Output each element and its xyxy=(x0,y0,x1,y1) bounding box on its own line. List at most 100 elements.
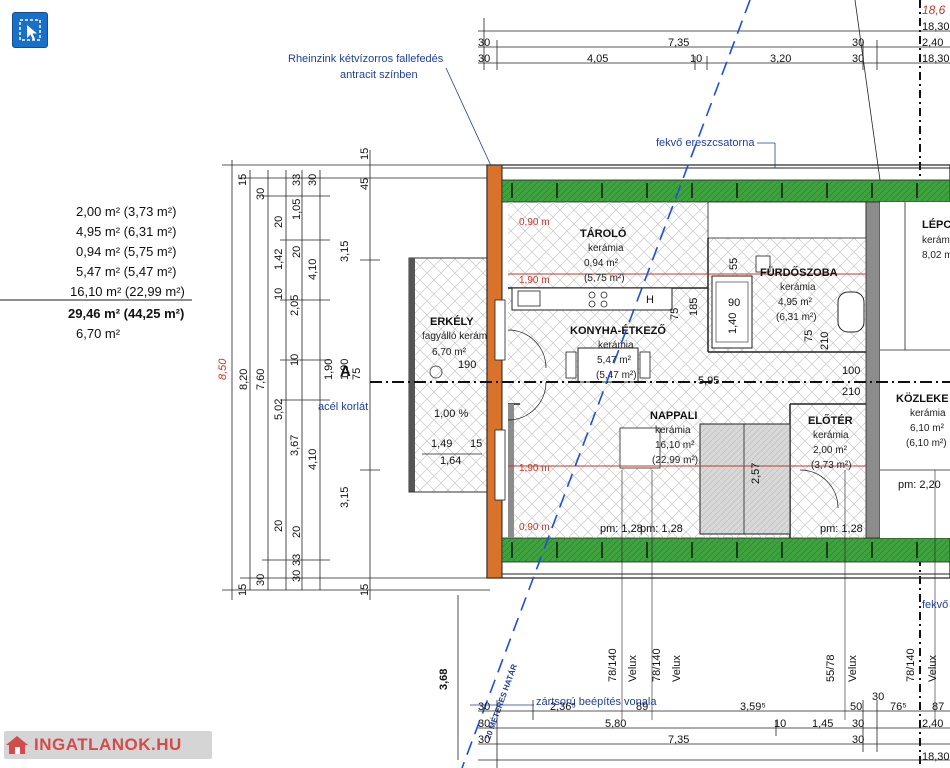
select-tool-button[interactable] xyxy=(12,12,48,48)
room-name-hall: ELŐTÉR xyxy=(808,414,853,427)
dim-b-2: 1,05 xyxy=(291,199,303,220)
leader-gutter xyxy=(445,67,493,169)
room-area-stair: 8,02 m xyxy=(922,250,950,261)
toilet-icon xyxy=(837,291,865,333)
note-gutter-2: antracit színben xyxy=(340,69,418,81)
room-gross-storage: (5,75 m²) xyxy=(584,273,625,284)
dim-a-2: 30 xyxy=(255,188,267,200)
dim-bottom-2c: 10 xyxy=(774,718,786,730)
height-mark-2: 1,90 m xyxy=(519,275,550,286)
area-total: 29,46 m² (44,25 m²) xyxy=(68,306,184,321)
area-row-1: 2,00 m² (3,73 m²) xyxy=(76,204,176,219)
room-floor-hall: kerámia xyxy=(813,430,849,441)
window-type-1: Velux xyxy=(627,655,639,682)
window-left-upper xyxy=(494,299,506,361)
balcony-railing xyxy=(409,258,415,492)
pm-label-2: pm: 1,28 xyxy=(640,523,683,535)
height-mark-3: 1,90 m xyxy=(519,463,550,474)
room-gross-corridor: (6,10 m²) xyxy=(906,438,947,449)
watermark-text: INGATLANOK.HU xyxy=(34,735,182,754)
dim-c-2: 3,15 xyxy=(339,241,351,262)
dim-bottom-1d: 3,59⁵ xyxy=(740,701,766,713)
dim-bottom-2e: 30 xyxy=(852,718,864,730)
dim-bottom-1e: 50 xyxy=(850,701,862,713)
room-area-bathroom: 4,95 m² xyxy=(778,297,813,308)
room-name-balcony: ERKÉLY xyxy=(430,315,474,328)
dim-top-3a: 30 xyxy=(478,53,490,65)
dim-a-3: 20 xyxy=(273,216,285,228)
dim-bottom-3a: 30 xyxy=(478,734,490,746)
room-name-living: NAPPALI xyxy=(650,410,697,422)
dim-int-75a: 75 xyxy=(669,308,681,320)
dim-top-3f: 18,30 xyxy=(922,53,950,65)
dim-b-6: 4,10 xyxy=(307,449,319,470)
dim-bottom-extra: 30 xyxy=(872,691,884,703)
area-row-2: 4,95 m² (6,31 m²) xyxy=(76,224,176,239)
party-wall xyxy=(865,201,881,539)
window-size-4: 78/140 xyxy=(905,648,917,682)
dim-bottom-2d: 1,45 xyxy=(812,718,833,730)
window-left-lower xyxy=(494,429,506,501)
dim-int-595: 5,95 xyxy=(698,375,719,387)
room-floor-balcony: fagyálló kerámia xyxy=(422,331,495,342)
dim-bottom-2a: 30 xyxy=(478,718,490,730)
dim-bottom-2f: 2,40 xyxy=(922,718,943,730)
dim-int-257: 2,57 xyxy=(750,463,762,484)
hood-label: H xyxy=(646,294,654,306)
room-floor-bathroom: kerámia xyxy=(780,282,816,293)
room-floor-corridor: kerámia xyxy=(910,408,946,419)
window-type-4: Velux xyxy=(927,655,939,682)
dim-a-11: 15 xyxy=(237,584,249,596)
dim-a-10: 30 xyxy=(255,574,267,586)
pm-label-3: pm: 1,28 xyxy=(820,523,863,535)
dim-a-8: 3,67 xyxy=(289,435,301,456)
dim-top-3d: 3,20 xyxy=(770,53,791,65)
dim-balcony-149: 1,49 xyxy=(431,438,452,450)
height-mark-1: 0,90 m xyxy=(519,217,550,228)
dim-b-4: 4,10 xyxy=(307,259,319,280)
dim-bottom-3b: 7,35 xyxy=(668,734,689,746)
area-row-3: 0,94 m² (5,75 m²) xyxy=(76,244,176,259)
room-floor-storage: kerámia xyxy=(588,243,624,254)
shower-tray xyxy=(711,275,753,349)
room-name-stair: LÉPCS xyxy=(922,218,950,231)
dim-top-2c: 30 xyxy=(852,37,864,49)
dim-top-1: 18,30 xyxy=(922,21,950,33)
window-type-3: Velux xyxy=(847,655,859,682)
dim-col-total-3: 5,02 xyxy=(273,399,285,420)
room-gross-kitchen: (5,47 m²) xyxy=(596,370,637,381)
watermark-logo: INGATLANOK.HU xyxy=(4,731,212,759)
top-dimension-lines xyxy=(478,18,950,70)
room-gross-hall: (3,73 m²) xyxy=(811,460,852,471)
room-area-corridor: 6,10 m² xyxy=(910,423,945,434)
dim-top-2a: 30 xyxy=(478,37,490,49)
dim-b-1: 33 xyxy=(291,174,303,186)
window-size-1: 78/140 xyxy=(607,648,619,682)
dim-int-75b: 75 xyxy=(803,330,815,342)
dim-int-185: 185 xyxy=(688,298,700,316)
dim-bottom-1g: 87 xyxy=(932,701,944,713)
dim-depth: 3,68 xyxy=(438,669,450,690)
section-marker: A xyxy=(340,363,351,380)
dim-bottom-3c: 30 xyxy=(852,734,864,746)
room-name-bathroom: FÜRDŐSZOBA xyxy=(760,266,838,279)
dim-b-7: 20 xyxy=(291,526,303,538)
room-name-corridor: KÖZLEKE xyxy=(896,392,949,405)
room-floor-living: kerámia xyxy=(655,425,691,436)
dim-a-6: 2,05 xyxy=(289,295,301,316)
dim-a-4: 1,42 xyxy=(273,249,285,270)
room-area-living: 16,10 m² xyxy=(655,440,695,451)
dim-int-100: 100 xyxy=(842,365,860,377)
dim-bottom-1c: 89 xyxy=(636,701,648,713)
attic-void xyxy=(707,201,867,239)
dim-bottom-1f: 76⁵ xyxy=(890,701,907,713)
dim-b-9: 30 xyxy=(291,570,303,582)
dim-int-210a: 210 xyxy=(819,332,831,350)
dim-balcony-75: 75 xyxy=(351,368,363,380)
house-logo-icon xyxy=(6,736,28,754)
room-gross-bathroom: (6,31 m²) xyxy=(776,312,817,323)
room-area-storage: 0,94 m² xyxy=(584,258,619,269)
room-name-kitchen: KONYHA-ÉTKEZŐ xyxy=(570,324,666,337)
room-floor-kitchen: kerámia xyxy=(598,340,634,351)
dim-col-total-1: 8,20 xyxy=(238,369,250,390)
